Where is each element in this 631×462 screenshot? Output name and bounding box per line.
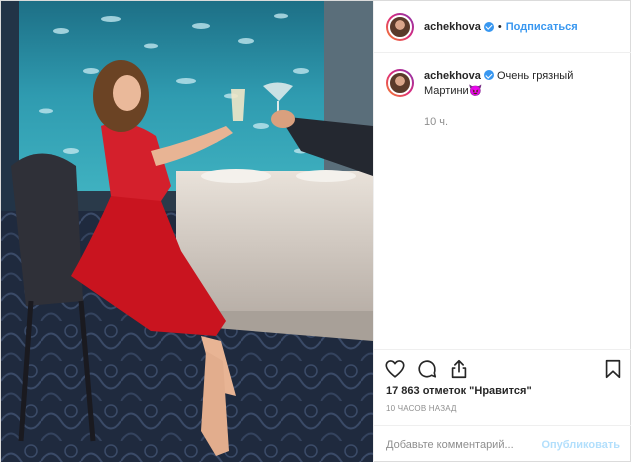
caption-comment: achekhova Очень грязный Мартини😈 10 ч. [374, 53, 631, 130]
post-side-panel: achekhova • Подписаться achekhova Очень … [373, 1, 631, 462]
verified-badge-icon [483, 21, 494, 32]
bookmark-icon[interactable] [602, 358, 624, 380]
publish-button[interactable]: Опубликовать [541, 439, 620, 451]
caption-verified-badge-icon [483, 70, 494, 80]
comment-icon[interactable] [416, 358, 438, 380]
photo-illustration [1, 1, 373, 462]
add-comment-bar: Опубликовать [374, 425, 631, 462]
post-header: achekhova • Подписаться [374, 1, 631, 53]
comment-input[interactable] [386, 438, 542, 451]
caption-author-username[interactable]: achekhova [424, 70, 481, 82]
author-username[interactable]: achekhova [424, 21, 481, 33]
follow-button[interactable]: Подписаться [506, 21, 578, 33]
heart-icon[interactable] [384, 358, 406, 380]
likes-count[interactable]: 17 863 отметок "Нравится" [386, 385, 532, 397]
share-icon[interactable] [448, 358, 470, 380]
caption-time[interactable]: 10 ч. [424, 115, 620, 130]
author-avatar[interactable] [386, 12, 414, 41]
instagram-post-window: achekhova • Подписаться achekhova Очень … [0, 0, 631, 462]
caption-line: achekhova Очень грязный Мартини😈 [424, 69, 620, 99]
caption-body: achekhova Очень грязный Мартини😈 10 ч. [424, 69, 620, 130]
separator-dot: • [497, 20, 502, 33]
post-photo[interactable] [1, 1, 373, 462]
action-bar [374, 349, 631, 389]
posted-time[interactable]: 10 ЧАСОВ НАЗАД [386, 404, 457, 413]
caption-author-avatar[interactable] [386, 69, 414, 97]
